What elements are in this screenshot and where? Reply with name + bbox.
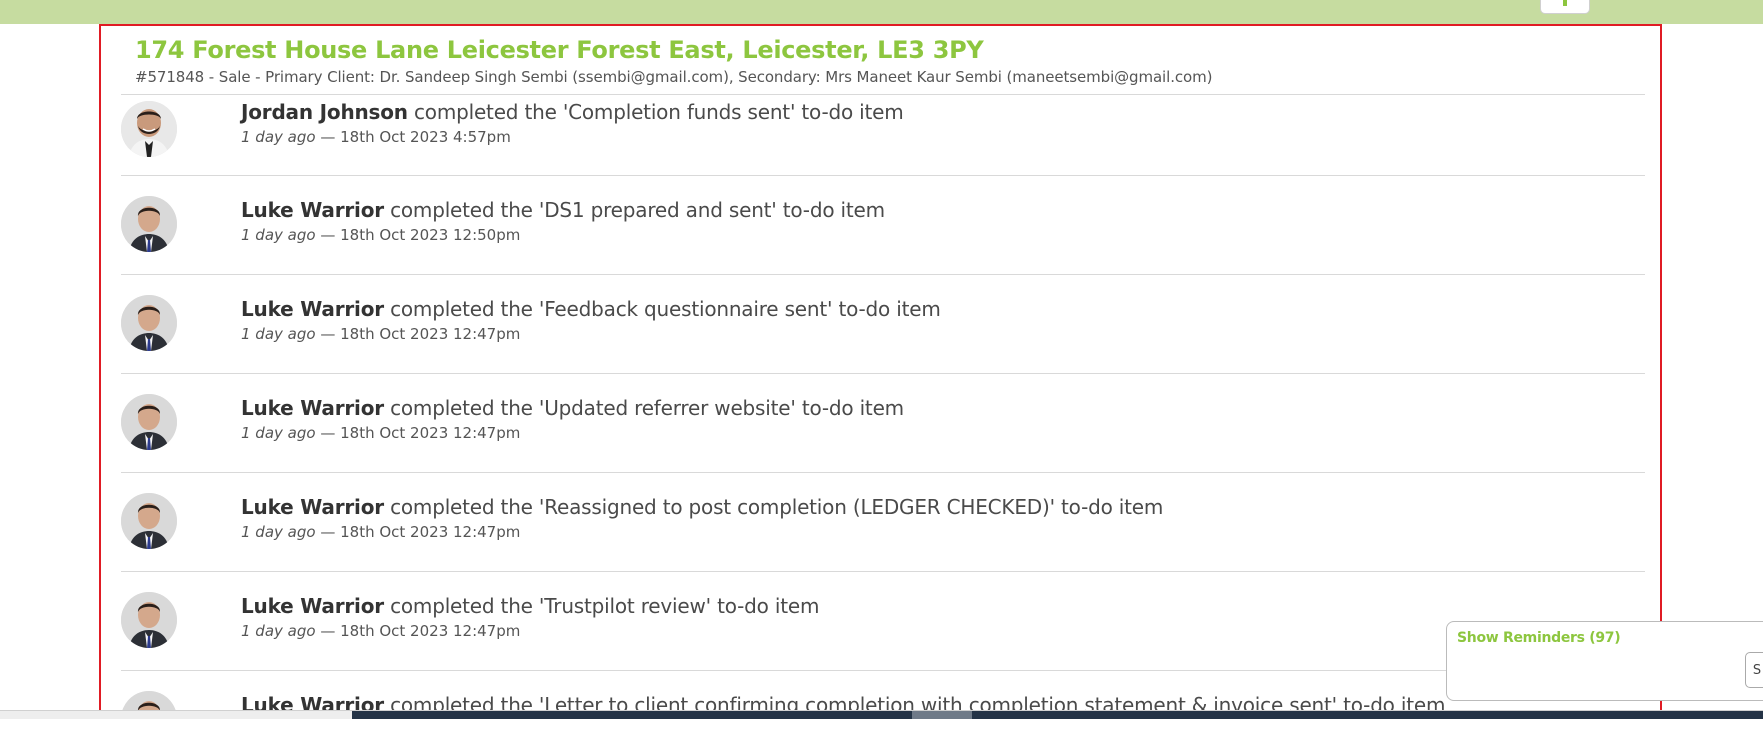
activity-user: Luke Warrior [241,594,384,618]
top-bar-tab-button[interactable] [1540,0,1590,14]
activity-item: Luke Warrior completed the 'DS1 prepared… [121,175,1645,274]
tab-marker-icon [1563,0,1567,6]
activity-item: Luke Warrior completed the 'Feedback que… [121,274,1645,373]
activity-action: completed the 'Trustpilot review' to-do … [390,594,820,618]
activity-item: Luke Warrior completed the 'Updated refe… [121,373,1645,472]
person-icon [121,196,177,252]
activity-card: 174 Forest House Lane Leicester Forest E… [99,24,1662,720]
activity-user: Luke Warrior [241,297,384,321]
activity-action: completed the 'Updated referrer website'… [390,396,904,420]
property-title[interactable]: 174 Forest House Lane Leicester Forest E… [135,34,1635,66]
activity-user: Jordan Johnson [241,100,408,124]
activity-ago: 1 day ago [241,622,316,640]
taskbar-strip [352,711,1763,719]
user-avatar [121,493,177,549]
person-icon [121,295,177,351]
activity-datetime: — 18th Oct 2023 12:47pm [320,424,521,442]
activity-user: Luke Warrior [241,396,384,420]
activity-action: completed the 'Reassigned to post comple… [390,495,1164,519]
reminders-action-button[interactable]: S [1745,652,1763,688]
activity-user: Luke Warrior [241,495,384,519]
activity-ago: 1 day ago [241,424,316,442]
activity-datetime: — 18th Oct 2023 12:47pm [320,622,521,640]
activity-action: completed the 'Completion funds sent' to… [413,100,904,124]
activity-ago: 1 day ago [241,325,316,343]
activity-ago: 1 day ago [241,226,316,244]
person-icon [121,394,177,450]
show-reminders-link[interactable]: Show Reminders (97) [1457,630,1621,646]
activity-feed: Jordan Johnson completed the 'Completion… [121,94,1645,718]
reminders-panel: Show Reminders (97) S [1446,621,1763,701]
bottom-scrollbar[interactable] [0,710,1763,745]
property-header: 174 Forest House Lane Leicester Forest E… [135,34,1635,88]
user-avatar [121,592,177,648]
activity-ago: 1 day ago [241,523,316,541]
user-avatar [121,101,177,157]
user-avatar [121,394,177,450]
person-icon [121,592,177,648]
activity-ago: 1 day ago [241,128,316,146]
property-subtitle: #571848 - Sale - Primary Client: Dr. San… [135,68,1213,86]
activity-datetime: — 18th Oct 2023 4:57pm [320,128,511,146]
activity-datetime: — 18th Oct 2023 12:47pm [320,523,521,541]
activity-item: Luke Warrior completed the 'Trustpilot r… [121,571,1645,670]
activity-action: completed the 'Feedback questionnaire se… [390,297,941,321]
scrollbar-thumb[interactable] [912,711,972,719]
user-avatar [121,295,177,351]
activity-datetime: — 18th Oct 2023 12:50pm [320,226,521,244]
activity-item: Jordan Johnson completed the 'Completion… [121,94,1645,175]
activity-datetime: — 18th Oct 2023 12:47pm [320,325,521,343]
user-avatar [121,196,177,252]
activity-item: Luke Warrior completed the 'Reassigned t… [121,472,1645,571]
activity-user: Luke Warrior [241,198,384,222]
person-icon [121,493,177,549]
person-bearded-icon [121,101,177,157]
activity-action: completed the 'DS1 prepared and sent' to… [390,198,885,222]
top-bar [0,0,1763,24]
